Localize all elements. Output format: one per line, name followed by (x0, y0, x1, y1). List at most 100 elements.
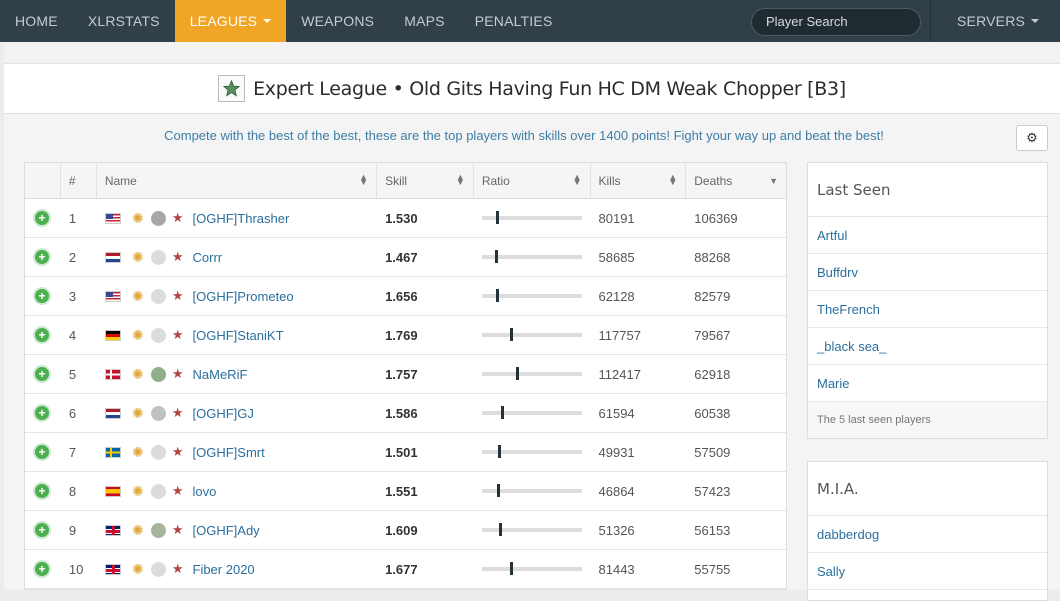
player-name-link[interactable]: [OGHF]Prometeo (193, 289, 294, 304)
player-link[interactable]: Artful (808, 217, 1047, 254)
flag-icon (104, 563, 121, 575)
star-icon: ★ (171, 288, 184, 303)
player-link[interactable]: dabberdog (808, 516, 1047, 553)
rank-cell: 2 (68, 249, 77, 265)
player-link[interactable]: Marie (808, 365, 1047, 402)
header-label: Ratio (481, 174, 510, 188)
player-name-link[interactable]: [OGHF]StaniKT (193, 328, 284, 343)
header-deaths[interactable]: Deaths ▼ (686, 163, 786, 199)
table-row: + 1 ✺ ★ [OGHF]Thrasher 1.530 80191 10636… (25, 199, 786, 238)
add-icon[interactable]: + (35, 406, 49, 420)
expand-cell: + (25, 355, 61, 394)
nav-maps[interactable]: MAPS (389, 0, 459, 42)
add-icon[interactable]: + (35, 484, 49, 498)
ratio-marker (496, 484, 500, 497)
player-name-link[interactable]: [OGHF]GJ (193, 406, 254, 421)
table-row: + 5 ✺ ★ NaMeRiF 1.757 112417 62918 (25, 355, 786, 394)
add-icon[interactable]: + (35, 445, 49, 459)
header-ratio[interactable]: Ratio ▲ ▼ (474, 163, 591, 199)
player-link[interactable]: _black sea_ (808, 328, 1047, 365)
activity-pie-icon (150, 405, 166, 421)
ratio-bar (481, 250, 582, 263)
header-skill[interactable]: Skill ▲ ▼ (377, 163, 474, 199)
ratio-bar (481, 328, 582, 341)
nav-weapons[interactable]: WEAPONS (286, 0, 389, 42)
header-name[interactable]: Name ▲ ▼ (97, 163, 378, 199)
ratio-cell (474, 472, 591, 511)
player-name-link[interactable]: [OGHF]Smrt (193, 445, 265, 460)
sort-icon: ▲ ▼ (359, 172, 369, 187)
player-name-link[interactable]: lovo (193, 484, 217, 499)
add-icon[interactable]: + (35, 523, 49, 537)
activity-pie-icon (150, 366, 166, 382)
player-link[interactable]: Sally (808, 553, 1047, 590)
add-icon[interactable]: + (35, 328, 49, 342)
rank-cell: 8 (68, 483, 77, 499)
settings-button[interactable]: ⚙ (1016, 125, 1048, 151)
add-icon[interactable]: + (35, 562, 49, 576)
nav-leagues[interactable]: LEAGUES (174, 0, 287, 42)
skill-cell: 1.757 (385, 366, 418, 382)
ratio-cell (474, 355, 591, 394)
player-link[interactable]: TheFrench (808, 291, 1047, 328)
name-cell: ✺ ★ [OGHF]Thrasher (97, 199, 377, 238)
deaths-cell: 62918 (694, 366, 731, 382)
nav-penalties[interactable]: PENALTIES (460, 0, 568, 42)
ratio-marker (497, 445, 501, 458)
add-icon[interactable]: + (35, 211, 49, 225)
nav-xlrstats[interactable]: XLRSTATS (73, 0, 175, 42)
add-icon[interactable]: + (35, 367, 49, 381)
ratio-bar (481, 484, 582, 497)
table-row: + 2 ✺ ★ Corrr 1.467 58685 88268 (25, 238, 786, 277)
sub-bar (4, 42, 1060, 64)
activity-pie-icon (150, 522, 166, 538)
rank-insignia-icon: ✺ (131, 249, 144, 265)
expand-cell: + (25, 511, 61, 550)
player-name-link[interactable]: Corrr (193, 250, 223, 265)
activity-pie-icon (150, 210, 166, 226)
expand-cell: + (25, 433, 61, 472)
ratio-cell (474, 199, 591, 238)
kills-cell: 80191 (598, 210, 635, 226)
player-name-link[interactable]: [OGHF]Thrasher (193, 211, 290, 226)
kills-cell: 58685 (598, 249, 635, 265)
activity-pie-icon (150, 483, 166, 499)
flag-icon (104, 407, 121, 419)
deaths-cell: 79567 (694, 327, 731, 343)
name-cell: ✺ ★ [OGHF]GJ (97, 394, 377, 433)
mia-title: M.I.A. (808, 462, 1047, 516)
ratio-marker (495, 211, 499, 224)
name-cell: ✺ ★ Corrr (97, 238, 377, 277)
player-search-input[interactable]: Player Search (751, 8, 921, 36)
flag-icon (104, 446, 121, 458)
rank-insignia-icon: ✺ (131, 210, 144, 226)
league-tagline: Compete with the best of the best, these… (164, 128, 884, 143)
skill-cell: 1.609 (385, 522, 418, 538)
rank-cell: 5 (68, 366, 77, 382)
rank-insignia-icon: ✺ (131, 288, 144, 304)
flag-icon (104, 368, 121, 380)
header-rank[interactable]: # (61, 163, 97, 199)
add-icon[interactable]: + (35, 289, 49, 303)
nav-home[interactable]: HOME (0, 0, 73, 42)
player-link[interactable]: Buffdrv (808, 254, 1047, 291)
expand-cell: + (25, 277, 61, 316)
mia-list: dabberdog Sally (808, 516, 1047, 590)
player-name-link[interactable]: NaMeRiF (193, 367, 248, 382)
name-cell: ✺ ★ [OGHF]StaniKT (97, 316, 377, 355)
flag-icon (104, 212, 121, 224)
skill-cell: 1.551 (385, 483, 418, 499)
add-icon[interactable]: + (35, 250, 49, 264)
nav-divider (930, 0, 931, 42)
kills-cell: 51326 (598, 522, 635, 538)
player-name-link[interactable]: Fiber 2020 (193, 562, 255, 577)
rank-cell: 4 (68, 327, 77, 343)
player-name-link[interactable]: [OGHF]Ady (193, 523, 260, 538)
caret-down-icon (263, 19, 272, 23)
deaths-cell: 57423 (694, 483, 731, 499)
league-table: # Name ▲ ▼ Skill ▲ ▼ Ratio ▲ ▼ Kills ▲ ▼ Deaths ▼… (24, 162, 787, 590)
header-kills[interactable]: Kills ▲ ▼ (591, 163, 687, 199)
kills-cell: 117757 (598, 327, 641, 343)
skill-cell: 1.501 (385, 444, 418, 460)
nav-servers[interactable]: SERVERS (942, 0, 1054, 42)
